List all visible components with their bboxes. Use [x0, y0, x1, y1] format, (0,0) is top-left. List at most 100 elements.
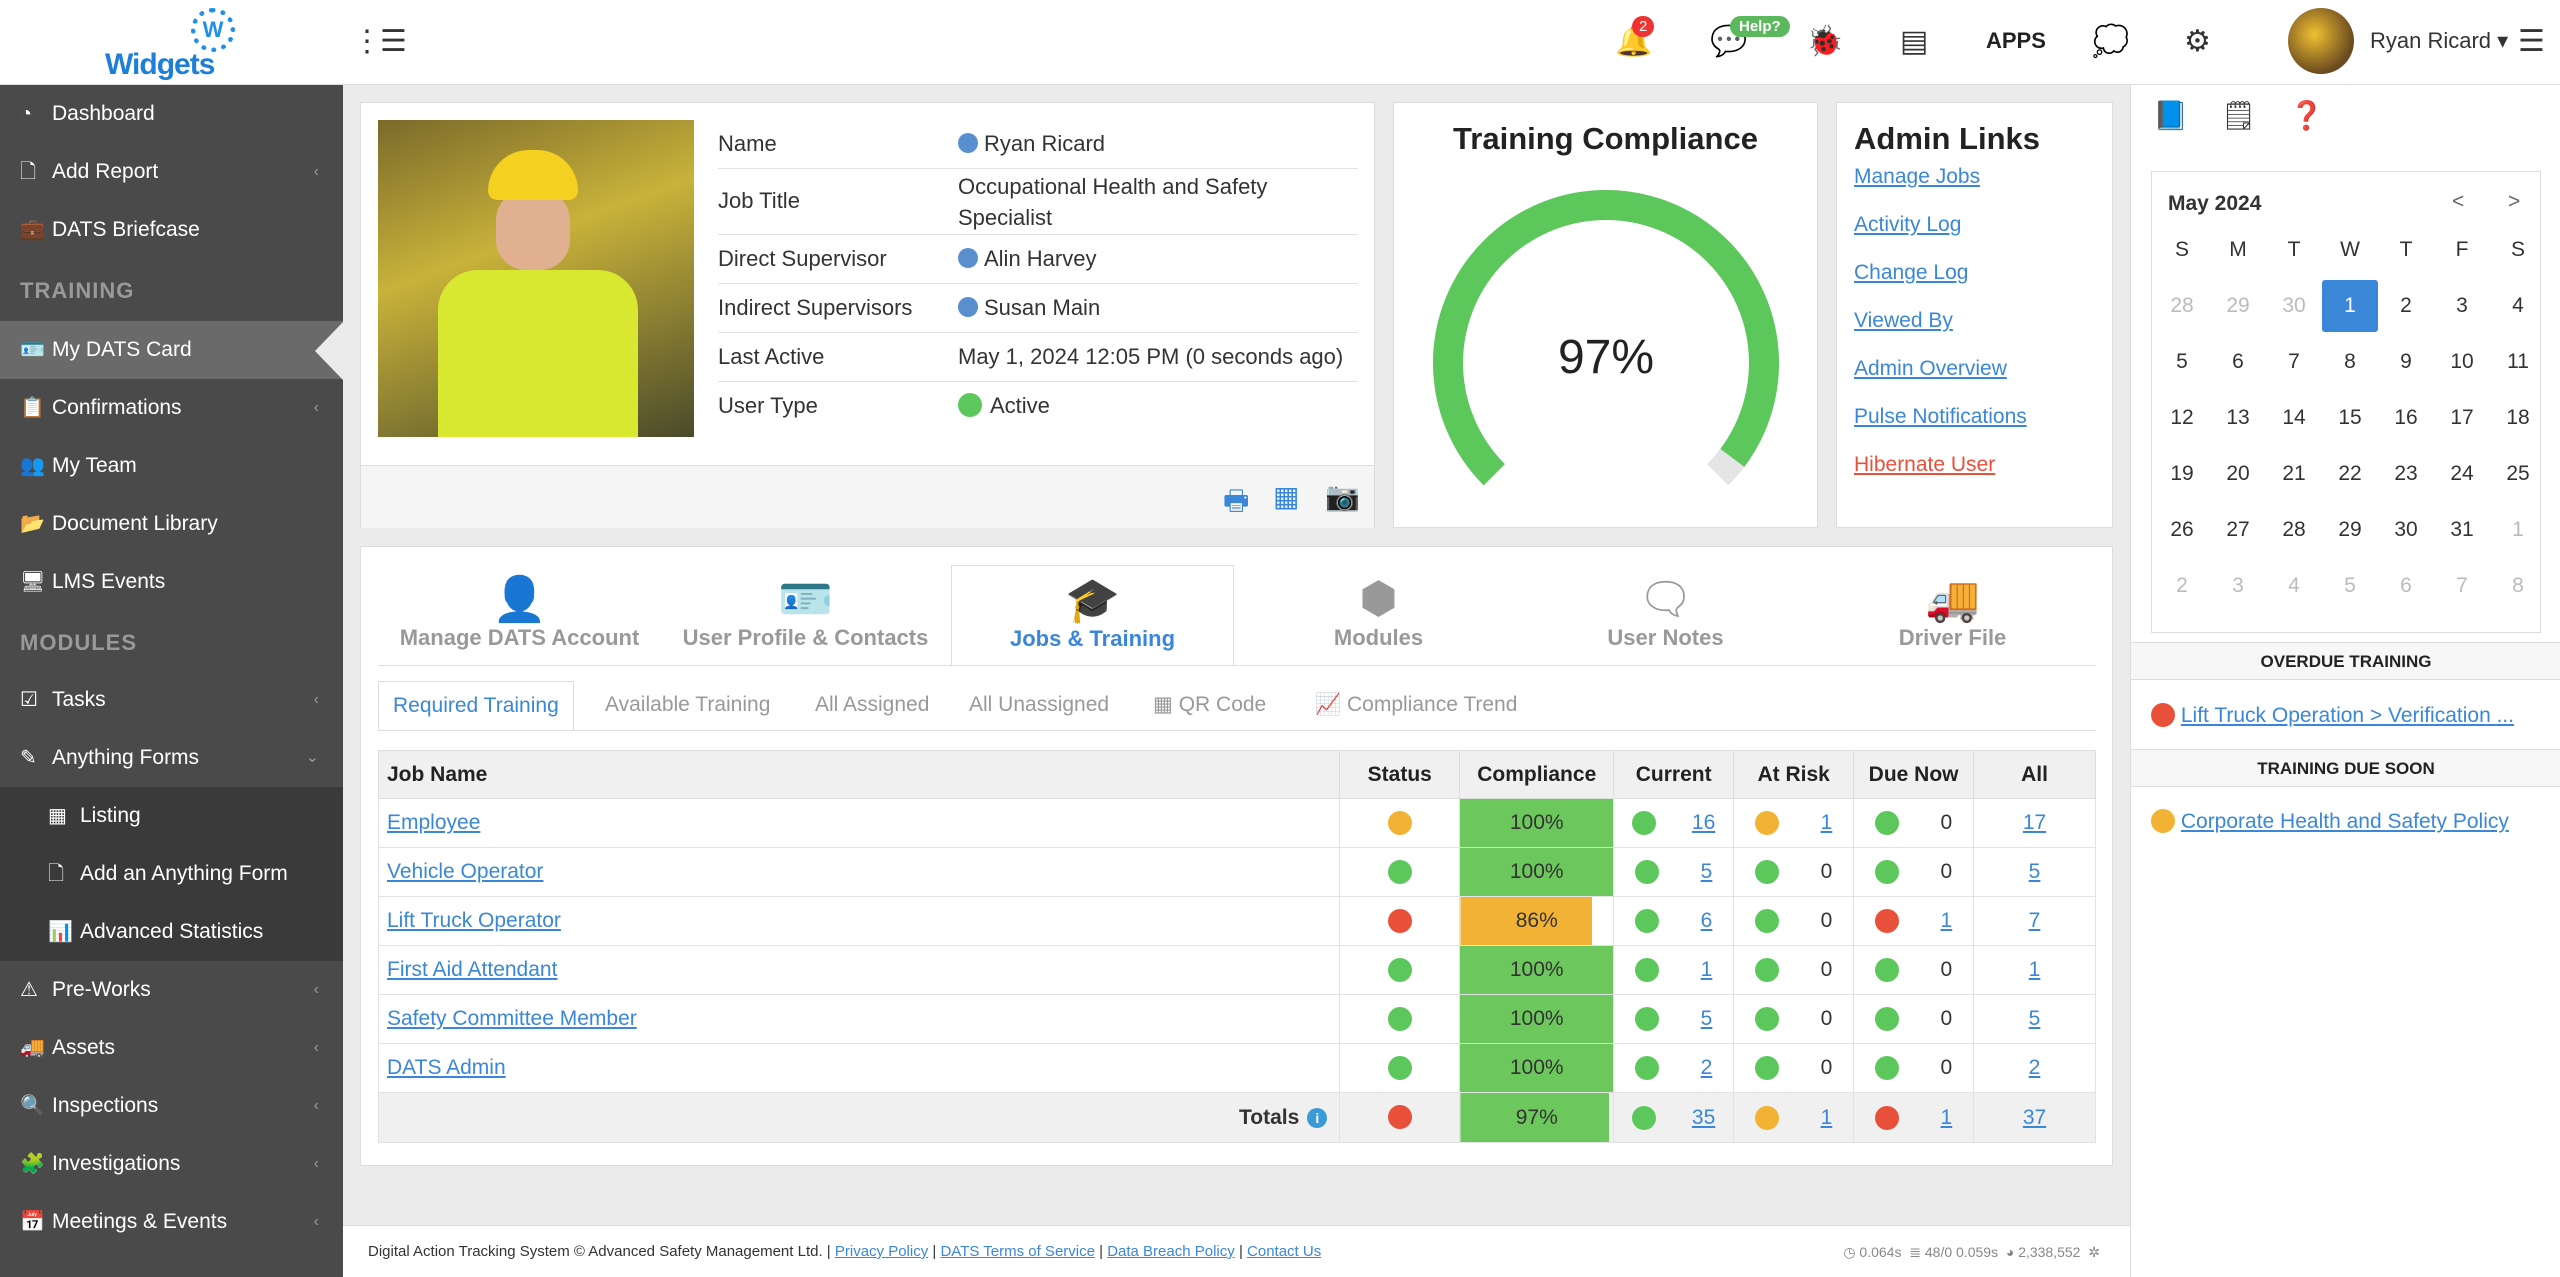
calendar-day[interactable]: 22 [2322, 448, 2378, 500]
calendar-day[interactable]: 29 [2210, 280, 2266, 332]
total-current-link[interactable]: 35 [1692, 1106, 1715, 1130]
calendar-day[interactable]: 3 [2210, 560, 2266, 612]
column-header-job-name[interactable]: Job Name [377, 750, 1341, 799]
tab-manage-dats-account[interactable]: 👤 Manage DATS Account [378, 565, 661, 665]
calendar-day[interactable]: 18 [2490, 392, 2546, 444]
subtab-available-training[interactable]: Available Training [591, 681, 784, 731]
data-breach-link[interactable]: Data Breach Policy [1107, 1243, 1235, 1260]
calendar-day[interactable]: 13 [2210, 392, 2266, 444]
calendar-day[interactable]: 7 [2266, 336, 2322, 388]
comment-dots-icon[interactable]: 💭 [2092, 24, 2129, 59]
calendar-day[interactable]: 4 [2490, 280, 2546, 332]
calendar-next-button[interactable]: > [2508, 190, 2520, 214]
print-icon[interactable]: 🖶 [1223, 480, 1249, 528]
all-count-link[interactable]: 5 [2029, 860, 2041, 883]
calendar-day[interactable]: 2 [2378, 280, 2434, 332]
calendar-day[interactable]: 1 [2490, 504, 2546, 556]
calendar-day[interactable]: 2 [2154, 560, 2210, 612]
all-count-link[interactable]: 17 [2023, 811, 2046, 834]
calendar-day[interactable]: 4 [2266, 560, 2322, 612]
calendar-day[interactable]: 8 [2490, 560, 2546, 612]
calendar-day[interactable]: 10 [2434, 336, 2490, 388]
calendar-day[interactable]: 3 [2434, 280, 2490, 332]
help-badge[interactable]: Help? [1730, 16, 1790, 37]
calendar-day[interactable]: 25 [2490, 448, 2546, 500]
column-header-compliance[interactable]: Compliance [1459, 750, 1615, 799]
sidebar-item-my-team[interactable]: 👥 My Team [0, 437, 343, 495]
camera-icon[interactable]: 📷 [1325, 480, 1360, 513]
user-menu[interactable]: Ryan Ricard ▾ [2370, 28, 2508, 54]
calendar-day[interactable]: 12 [2154, 392, 2210, 444]
sidebar-item-anything-forms[interactable]: ✎ Anything Forms ⌄ [0, 729, 343, 787]
calendar-day[interactable]: 7 [2434, 560, 2490, 612]
gears-icon[interactable]: ⚙ [2184, 24, 2211, 59]
subtab-all-unassigned[interactable]: All Unassigned [955, 681, 1123, 731]
column-header-all[interactable]: All [1973, 750, 2096, 799]
job-name-link[interactable]: DATS Admin [387, 1056, 506, 1079]
calendar-day[interactable]: 20 [2210, 448, 2266, 500]
list-icon[interactable]: ▤ [1900, 24, 1928, 59]
calendar-day[interactable]: 27 [2210, 504, 2266, 556]
apps-button[interactable]: APPS [1986, 28, 2046, 54]
calendar-day[interactable]: 9 [2378, 336, 2434, 388]
due-count[interactable]: 1 [1941, 909, 1953, 933]
sidebar-item-advanced-statistics[interactable]: 📊 Advanced Statistics [0, 903, 343, 961]
calendar-day[interactable]: 6 [2210, 336, 2266, 388]
calendar-day[interactable]: 11 [2490, 336, 2546, 388]
calendar-day[interactable]: 28 [2266, 504, 2322, 556]
job-name-link[interactable]: Lift Truck Operator [387, 909, 561, 932]
due-soon-link[interactable]: Corporate Health and Safety Policy [2181, 810, 2509, 833]
job-name-link[interactable]: Safety Committee Member [387, 1007, 637, 1030]
company-logo[interactable]: W Widgets Inc. [95, 6, 245, 115]
privacy-policy-link[interactable]: Privacy Policy [835, 1243, 928, 1260]
calendar-day[interactable]: 24 [2434, 448, 2490, 500]
calendar-day[interactable]: 5 [2322, 560, 2378, 612]
info-icon[interactable]: i [1307, 1107, 1328, 1128]
at-risk-count[interactable]: 1 [1821, 811, 1833, 835]
calendar-day[interactable]: 14 [2266, 392, 2322, 444]
calendar-day[interactable]: 28 [2154, 280, 2210, 332]
job-name-link[interactable]: Vehicle Operator [387, 860, 543, 883]
calendar-day[interactable]: 6 [2378, 560, 2434, 612]
calendar-day[interactable]: 30 [2266, 280, 2322, 332]
job-name-link[interactable]: Employee [387, 811, 480, 834]
pulse-notifications-link[interactable]: Pulse Notifications [1854, 405, 2027, 429]
column-header-status[interactable]: Status [1339, 750, 1461, 799]
tab-modules[interactable]: ⬢ Modules [1237, 565, 1520, 665]
total-all-link[interactable]: 37 [2023, 1106, 2046, 1129]
admin-overview-link[interactable]: Admin Overview [1854, 357, 2007, 381]
calendar-day[interactable]: 1 [2322, 280, 2378, 332]
calendar-prev-button[interactable]: < [2452, 190, 2464, 214]
current-count[interactable]: 2 [1701, 1056, 1713, 1080]
current-count[interactable]: 5 [1701, 860, 1713, 884]
avatar[interactable] [2288, 8, 2354, 74]
subtab-required-training[interactable]: Required Training [378, 681, 574, 731]
calendar-day[interactable]: 31 [2434, 504, 2490, 556]
contact-link[interactable]: Contact Us [1247, 1243, 1321, 1260]
bug-icon[interactable]: ✲ [2088, 1244, 2100, 1260]
sidebar-item-meetings-events[interactable]: 📅 Meetings & Events ‹ [0, 1193, 343, 1251]
manage-jobs-link[interactable]: Manage Jobs [1854, 165, 1980, 189]
tab-user-profile-contacts[interactable]: 🪪 User Profile & Contacts [664, 565, 947, 665]
calendar-day[interactable]: 15 [2322, 392, 2378, 444]
column-header-due-now[interactable]: Due Now [1853, 750, 1975, 799]
bug-icon[interactable]: 🐞 [1806, 24, 1843, 59]
hamburger-menu-icon[interactable]: ☰ [380, 24, 407, 59]
sticky-note-icon[interactable]: 🗒 [2221, 99, 2257, 132]
tab-jobs-training[interactable]: 🎓 Jobs & Training [951, 565, 1234, 665]
current-count[interactable]: 16 [1692, 811, 1715, 835]
calendar-day[interactable]: 16 [2378, 392, 2434, 444]
sidebar-item-dashboard[interactable]: ◔ Dashboard [0, 85, 343, 143]
calendar-day[interactable]: 5 [2154, 336, 2210, 388]
hibernate-user-link[interactable]: Hibernate User [1854, 453, 1995, 477]
all-count-link[interactable]: 2 [2029, 1056, 2041, 1079]
terms-link[interactable]: DATS Terms of Service [940, 1243, 1094, 1260]
sidebar-item-add-report[interactable]: 🗋 Add Report ‹ [0, 143, 343, 201]
tab-driver-file[interactable]: 🚚 Driver File [1811, 565, 2094, 665]
sidebar-item-listing[interactable]: ▦ Listing [0, 787, 343, 845]
total-due-link[interactable]: 1 [1941, 1106, 1953, 1130]
sidebar-item-confirmations[interactable]: 📋 Confirmations ‹ [0, 379, 343, 437]
question-circle-icon[interactable]: ❓ [2289, 99, 2324, 132]
due-soon-item[interactable]: Corporate Health and Safety Policy [2151, 809, 2541, 834]
sidebar-item-lms-events[interactable]: 🖥 LMS Events [0, 553, 343, 611]
